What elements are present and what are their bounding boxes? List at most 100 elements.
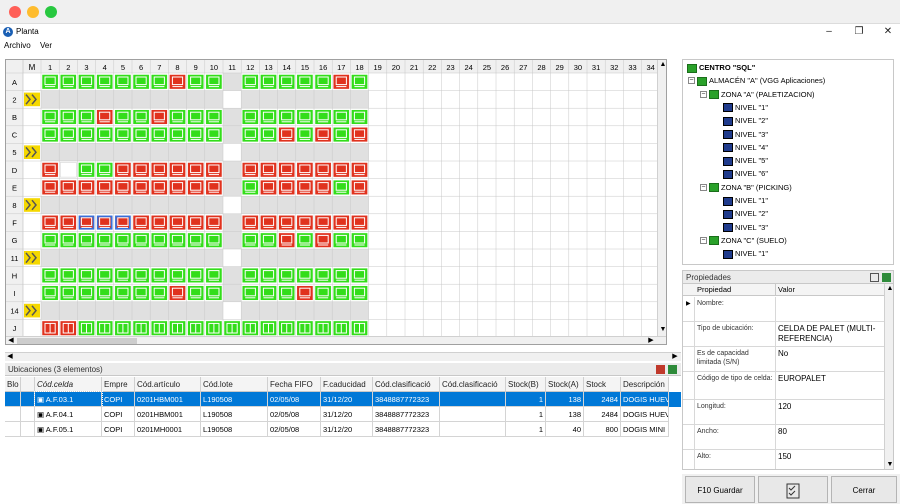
close-icon[interactable]: ✕ bbox=[881, 25, 895, 39]
row-header: G bbox=[12, 236, 18, 245]
export-icon[interactable] bbox=[656, 365, 665, 374]
grid-vertical-scrollbar[interactable]: ▲ ▼ bbox=[657, 60, 666, 336]
column-header-4[interactable]: Cód.artículo bbox=[135, 377, 201, 392]
tree-node[interactable]: NIVEL "1" bbox=[723, 249, 768, 259]
splitter-right-icon[interactable]: ▶ bbox=[670, 352, 680, 362]
property-row[interactable]: Es de capacidad limitada (S/N) No bbox=[683, 347, 893, 372]
property-row[interactable]: ▶ Nombre: bbox=[683, 297, 893, 322]
close-button[interactable]: Cerrar bbox=[831, 476, 897, 503]
checklist-button[interactable] bbox=[758, 476, 828, 503]
column-header-2[interactable]: Cód.celda bbox=[35, 377, 102, 392]
property-value[interactable]: EUROPALET bbox=[778, 374, 878, 384]
menu-ver[interactable]: Ver bbox=[40, 41, 52, 50]
row-header: F bbox=[12, 219, 17, 228]
table-cell: ▣ A.F.05.1 bbox=[35, 422, 102, 437]
save-button[interactable]: F10 Guardar bbox=[685, 476, 755, 503]
table-row[interactable]: ▣ A.F.03.1 COPI 0201HBM001 L190508 02/05/08 3… bbox=[5, 391, 681, 408]
property-value[interactable]: 80 bbox=[778, 427, 878, 437]
tree-node[interactable]: NIVEL "1" bbox=[723, 196, 768, 206]
column-header: 7 bbox=[157, 63, 161, 72]
level-icon bbox=[723, 143, 733, 153]
tree-node[interactable]: ZONA "A" (PALETIZACION) bbox=[709, 90, 815, 100]
scroll-left-icon[interactable]: ◀ bbox=[6, 336, 16, 344]
storage-cell[interactable] bbox=[59, 162, 77, 178]
column-header-11[interactable]: Stock(A) bbox=[546, 377, 584, 392]
layout-icon[interactable] bbox=[870, 273, 879, 282]
level-icon bbox=[723, 169, 733, 179]
row-header: E bbox=[12, 183, 17, 192]
tree-node[interactable]: NIVEL "1" bbox=[723, 103, 768, 113]
minimize-window-icon[interactable] bbox=[27, 6, 39, 18]
tree-node-label: NIVEL "2" bbox=[735, 116, 768, 126]
property-value[interactable]: 150 bbox=[778, 452, 878, 462]
excel-icon[interactable] bbox=[668, 365, 677, 374]
scroll-up-icon[interactable]: ▲ bbox=[658, 60, 666, 70]
scroll-right-icon[interactable]: ▶ bbox=[646, 336, 656, 344]
restore-icon[interactable]: ❐ bbox=[852, 25, 866, 39]
props-scrollbar[interactable]: ▲ ▼ bbox=[884, 284, 893, 469]
column-header-8[interactable]: Cód.clasificació bbox=[373, 377, 440, 392]
scroll-thumb[interactable] bbox=[17, 338, 137, 344]
column-header-6[interactable]: Fecha FIFO bbox=[268, 377, 321, 392]
collapse-icon[interactable]: – bbox=[700, 90, 707, 98]
minimize-icon[interactable]: – bbox=[822, 25, 836, 39]
tree-node[interactable]: ZONA "C" (SUELO) bbox=[709, 236, 787, 246]
tree-node[interactable]: NIVEL "4" bbox=[723, 143, 768, 153]
tree-node[interactable]: NIVEL "6" bbox=[723, 169, 768, 179]
property-row[interactable]: Tipo de ubicación: CELDA DE PALET (MULTI-… bbox=[683, 322, 893, 347]
tree-node[interactable]: CENTRO "SQL" bbox=[687, 63, 755, 73]
scroll-down-icon[interactable]: ▼ bbox=[658, 325, 666, 335]
property-value[interactable]: No bbox=[778, 349, 878, 359]
table-row[interactable]: ▣ A.F.05.1 COPI 0201MH0001 L190508 02/05/08 3… bbox=[5, 422, 681, 437]
column-header-5[interactable]: Cód.lote bbox=[201, 377, 268, 392]
current-row-icon: ▶ bbox=[686, 301, 691, 307]
menu-archivo[interactable]: Archivo bbox=[4, 41, 31, 50]
splitter-left-icon[interactable]: ◀ bbox=[5, 352, 15, 362]
prop-col-value: Valor bbox=[778, 285, 795, 294]
export-props-icon[interactable] bbox=[882, 273, 891, 282]
props-scroll-up-icon[interactable]: ▲ bbox=[885, 284, 893, 294]
tree-node[interactable]: ALMACÉN "A" (VGG Aplicaciones) bbox=[697, 76, 825, 86]
column-header: 11 bbox=[228, 63, 236, 72]
collapse-icon[interactable]: – bbox=[688, 77, 695, 85]
column-header-9[interactable]: Cód.clasificació bbox=[440, 377, 506, 392]
center-icon bbox=[687, 63, 697, 73]
column-header: 10 bbox=[210, 63, 218, 72]
table-cell bbox=[21, 422, 35, 437]
property-row[interactable]: Alto: 150 bbox=[683, 450, 893, 469]
checklist-icon bbox=[786, 483, 800, 499]
props-scroll-down-icon[interactable]: ▼ bbox=[885, 460, 893, 469]
maximize-window-icon[interactable] bbox=[45, 6, 57, 18]
tree-node[interactable]: NIVEL "2" bbox=[723, 116, 768, 126]
collapse-icon[interactable]: – bbox=[700, 183, 707, 191]
tree-node[interactable]: NIVEL "3" bbox=[723, 130, 768, 140]
tree-node[interactable]: NIVEL "3" bbox=[723, 223, 768, 233]
tree-node[interactable]: ZONA "B" (PICKING) bbox=[709, 183, 792, 193]
grid-horizontal-scrollbar[interactable]: ◀ ▶ bbox=[6, 336, 666, 344]
column-header: 9 bbox=[194, 63, 198, 72]
panel-splitter[interactable]: ◀ ▶ bbox=[5, 352, 681, 361]
table-cell: DOGIS HUEVO bbox=[621, 407, 669, 422]
table-row[interactable]: ▣ A.F.04.1 COPI 0201HBM001 L190508 02/05/08 3… bbox=[5, 407, 681, 422]
column-header-1[interactable] bbox=[21, 377, 35, 392]
tree-node[interactable]: NIVEL "5" bbox=[723, 156, 768, 166]
column-header-13[interactable]: Descripción bbox=[621, 377, 669, 392]
column-header-3[interactable]: Empre bbox=[102, 377, 135, 392]
collapse-icon[interactable]: – bbox=[700, 236, 707, 244]
property-value[interactable]: 120 bbox=[778, 402, 878, 412]
tree-node[interactable]: NIVEL "2" bbox=[723, 209, 768, 219]
column-header-10[interactable]: Stock(B) bbox=[506, 377, 546, 392]
properties-header: Propiedades bbox=[683, 271, 893, 284]
column-header: 3 bbox=[84, 63, 88, 72]
column-header-7[interactable]: F.caducidad bbox=[321, 377, 373, 392]
zone-icon bbox=[709, 236, 719, 246]
column-header-0[interactable]: Blo bbox=[5, 377, 21, 392]
close-window-icon[interactable] bbox=[9, 6, 21, 18]
column-header-12[interactable]: Stock bbox=[584, 377, 621, 392]
property-row[interactable]: Longitud: 120 bbox=[683, 400, 893, 425]
property-value[interactable]: CELDA DE PALET (MULTI-REFERENCIA) bbox=[778, 324, 878, 344]
property-row[interactable]: Código de tipo de celda: EUROPALET bbox=[683, 372, 893, 400]
column-header: 19 bbox=[374, 63, 382, 72]
property-row[interactable]: Ancho: 80 bbox=[683, 425, 893, 450]
table-cell: 02/05/08 bbox=[268, 422, 321, 437]
